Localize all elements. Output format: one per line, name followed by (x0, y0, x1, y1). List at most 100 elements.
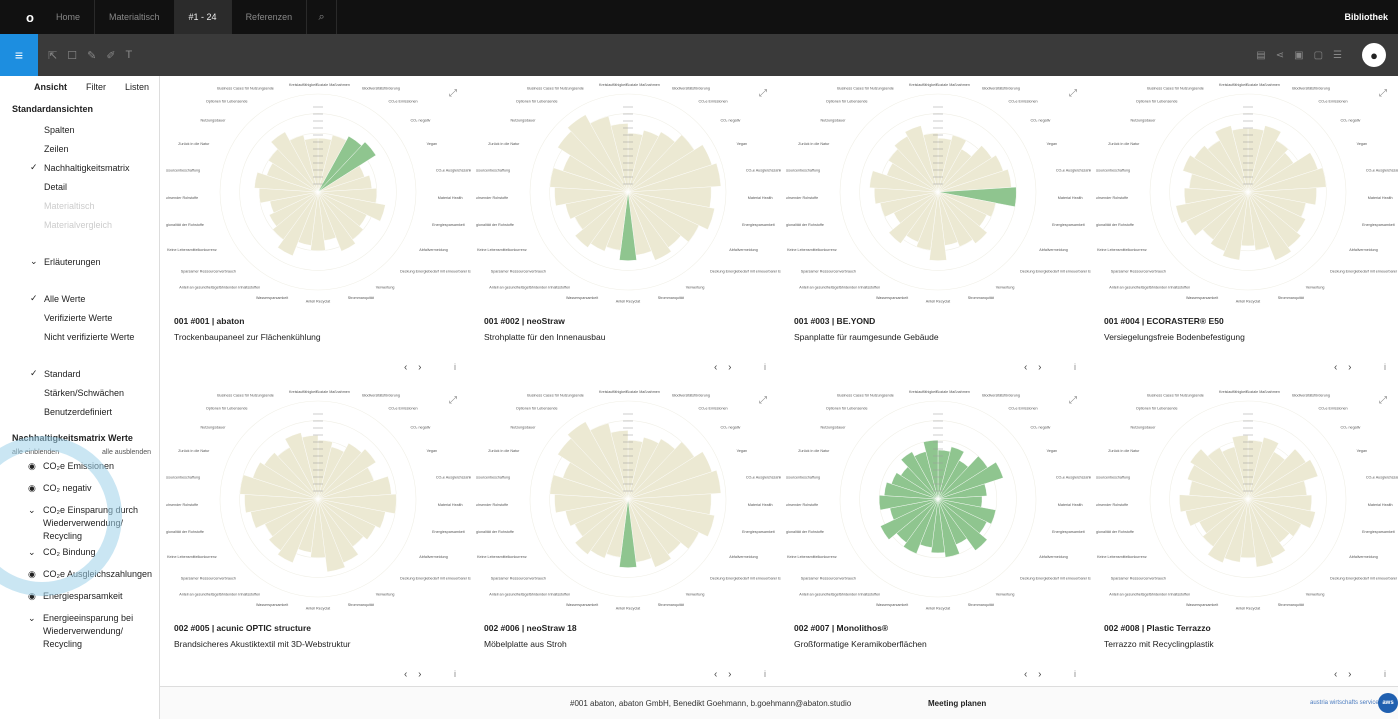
library-link[interactable]: Bibliothek (1344, 0, 1388, 34)
material-card[interactable]: Soziale Maßnahmen Biodiversitätsförderung… (786, 387, 1091, 687)
material-title[interactable]: 002 #008 | Plastic Terrazzo (1104, 623, 1211, 633)
tab-home[interactable]: Home (42, 0, 96, 34)
info-icon[interactable]: i (764, 669, 766, 679)
expand-icon[interactable]: ⤢ (449, 88, 457, 99)
matrix-value-co2e-ausgleich[interactable]: ◉ CO₂e Ausgleichszahlungen (0, 568, 159, 587)
material-card[interactable]: Soziale Maßnahmen Biodiversitätsförderung… (1096, 387, 1398, 687)
radar-axis-label: Business Cases für Nutzungsende (217, 393, 274, 397)
print-icon[interactable]: ▣ (1294, 50, 1303, 61)
material-card[interactable]: Soziale Maßnahmen Biodiversitätsförderung… (476, 387, 781, 687)
card-prev-next-arrows[interactable]: ‹ › (1334, 669, 1355, 680)
sidebar: Ansicht Filter Listen Standardansichten … (0, 76, 160, 719)
expand-icon[interactable]: ⤢ (449, 395, 457, 406)
radar-axis-label: Anteil Recyclat (926, 299, 950, 303)
meeting-button[interactable]: Meeting planen (928, 699, 986, 708)
material-card[interactable]: Soziale Maßnahmen Biodiversitätsförderung… (166, 80, 471, 380)
radar-axis-label: Anteil Recyclat (306, 299, 330, 303)
explanations-toggle[interactable]: ⌄ Erläuterungen (0, 252, 159, 271)
values-unverified[interactable]: Nicht verifizierte Werte (0, 327, 159, 346)
expand-icon[interactable]: ⤢ (1379, 88, 1387, 99)
tab-referenzen[interactable]: Referenzen (232, 0, 308, 34)
view-spalten[interactable]: Spalten (0, 120, 159, 139)
material-title[interactable]: 001 #002 | neoStraw (484, 316, 565, 326)
values-verified[interactable]: Verifizierte Werte (0, 308, 159, 327)
search-icon[interactable]: ⌕ (307, 0, 338, 34)
matrix-value-co2e-einsparung[interactable]: ⌄ CO₂e Einsparung durch Wiederverwendung/… (0, 504, 159, 543)
material-card[interactable]: Soziale Maßnahmen Biodiversitätsförderung… (1096, 80, 1398, 380)
material-title[interactable]: 001 #003 | BE.YOND (794, 316, 875, 326)
expand-icon[interactable]: ⤢ (759, 88, 767, 99)
radar-axis-label: Deckung Energiebedarf mit erneuerbarer E… (1330, 270, 1398, 274)
matrix-value-co2e-emissionen[interactable]: ◉ CO₂e Emissionen (0, 460, 159, 479)
mode-strengths-weaknesses[interactable]: Stärken/Schwächen (0, 383, 159, 402)
radar-axis-label: Wassersparsamkeit (876, 296, 908, 300)
list-icon[interactable]: ☰ (1333, 50, 1342, 61)
info-icon[interactable]: i (1074, 362, 1076, 372)
view-zeilen[interactable]: Zeilen (0, 139, 159, 158)
comment-icon[interactable]: ☐ (67, 49, 77, 62)
expand-icon[interactable]: ⤢ (759, 395, 767, 406)
material-card[interactable]: Soziale Maßnahmen Biodiversitätsförderung… (786, 80, 1091, 380)
material-title[interactable]: 001 #004 | ECORASTER® E50 (1104, 316, 1224, 326)
radar-axis-label: Regionalität der Rohstoffe (166, 223, 204, 227)
info-icon[interactable]: i (764, 362, 766, 372)
info-icon[interactable]: i (1384, 669, 1386, 679)
document-icon[interactable]: ▢ (1314, 50, 1323, 61)
tab-current-board[interactable]: #1 - 24 (174, 0, 232, 34)
material-title[interactable]: 002 #007 | Monolithos® (794, 623, 888, 633)
radar-axis-label: Regionalität der Rohstoffe (476, 530, 514, 534)
app-logo[interactable]: o (18, 0, 42, 34)
card-prev-next-arrows[interactable]: ‹ › (1024, 362, 1045, 373)
card-prev-next-arrows[interactable]: ‹ › (714, 669, 735, 680)
matrix-value-co2-negativ[interactable]: ◉ CO₂ negativ (0, 482, 159, 501)
radar-axis-label: Sparsamer Ressourcenverbrauch (491, 270, 546, 274)
material-title[interactable]: 002 #006 | neoStraw 18 (484, 623, 577, 633)
info-icon[interactable]: i (454, 362, 456, 372)
expand-icon[interactable]: ⤢ (1069, 88, 1077, 99)
material-card[interactable]: Soziale Maßnahmen Biodiversitätsförderung… (166, 387, 471, 687)
view-detail[interactable]: Detail (0, 177, 159, 196)
cursor-icon[interactable]: ⇱ (48, 49, 57, 62)
show-all-link[interactable]: alle einblenden (12, 449, 59, 456)
hamburger-icon[interactable]: ≡ (0, 34, 38, 76)
card-prev-next-arrows[interactable]: ‹ › (1024, 669, 1045, 680)
expand-icon[interactable]: ⤢ (1379, 395, 1387, 406)
material-title[interactable]: 002 #005 | acunic OPTIC structure (174, 623, 311, 633)
matrix-value-co2-bindung[interactable]: ⌄ CO₂ Bindung (0, 546, 159, 565)
card-prev-next-arrows[interactable]: ‹ › (714, 362, 735, 373)
radar-axis-label: Bestandteil nachwachsender Rohstoffe (786, 196, 818, 200)
radar-axis-label: Abfallvermeidung (419, 248, 448, 252)
mode-standard[interactable]: ✓ Standard (0, 364, 159, 383)
material-title[interactable]: 001 #001 | abaton (174, 316, 244, 326)
expand-icon[interactable]: ⤢ (1069, 395, 1077, 406)
info-icon[interactable]: i (1074, 669, 1076, 679)
matrix-value-energiesparsamkeit[interactable]: ◉ Energiesparsamkeit (0, 590, 159, 609)
card-prev-next-arrows[interactable]: ‹ › (404, 669, 425, 680)
pen-icon[interactable]: ✎ (87, 49, 96, 62)
values-all[interactable]: ✓ Alle Werte (0, 289, 159, 308)
card-prev-next-arrows[interactable]: ‹ › (1334, 362, 1355, 373)
text-icon[interactable]: T (126, 49, 133, 61)
user-avatar-icon[interactable]: ● (1362, 43, 1386, 67)
matrix-value-energieeinsparung[interactable]: ⌄ Energieeinsparung bei Wiederverwendung/… (0, 612, 159, 651)
mode-custom[interactable]: Benutzerdefiniert (0, 402, 159, 421)
share-icon[interactable]: ⋖ (1276, 50, 1284, 61)
radar-axis-label: Vegan (737, 449, 747, 453)
hide-all-link[interactable]: alle ausblenden (102, 449, 151, 456)
sidebar-tab-ansicht[interactable]: Ansicht (34, 82, 67, 92)
radar-axis-label: Soziale Maßnahmen (626, 83, 660, 87)
radar-axis-label: CO₂ negativ (721, 426, 741, 430)
sidebar-tab-listen[interactable]: Listen (125, 82, 149, 92)
card-prev-next-arrows[interactable]: ‹ › (404, 362, 425, 373)
material-card[interactable]: Soziale Maßnahmen Biodiversitätsförderung… (476, 80, 781, 380)
radar-axis-label: Material Health (1368, 196, 1393, 200)
pencil-icon[interactable]: ✐ (106, 49, 115, 62)
sidebar-tab-filter[interactable]: Filter (86, 82, 106, 92)
info-icon[interactable]: i (454, 669, 456, 679)
info-icon[interactable]: i (1384, 362, 1386, 372)
bookmark-icon[interactable]: ▤ (1256, 50, 1265, 61)
radar-axis-label: Energiesparsamkeit (1052, 530, 1085, 534)
view-nachhaltigkeitsmatrix[interactable]: ✓ Nachhaltigkeitsmatrix (0, 158, 159, 177)
radar-axis-label: Soziale Maßnahmen (316, 390, 350, 394)
tab-materialtisch[interactable]: Materialtisch (95, 0, 175, 34)
